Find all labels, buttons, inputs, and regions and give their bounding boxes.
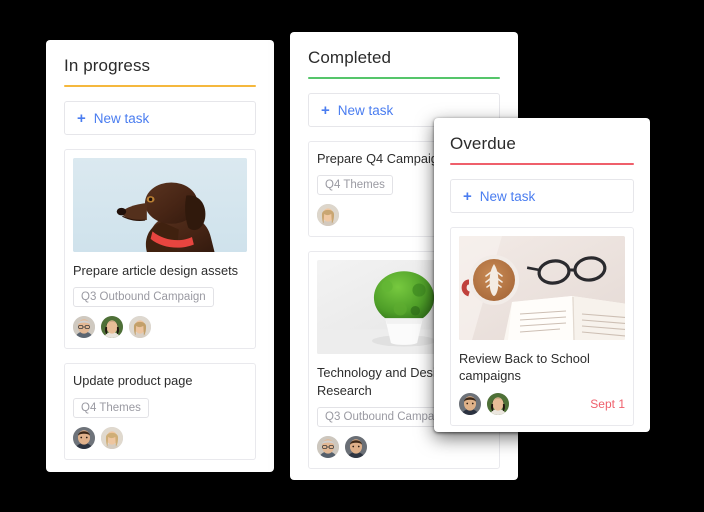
column-overdue-inner: Overdue + New task Review Back to School… [434, 118, 650, 432]
assignee-avatars [73, 426, 247, 449]
column-overdue[interactable]: Overdue + New task Review Back to School… [434, 118, 650, 432]
avatar-man-brown-hair[interactable] [345, 435, 367, 458]
avatar-man-brown-hair[interactable] [459, 392, 481, 415]
assignee-avatars [73, 316, 247, 339]
new-task-button-in-progress[interactable]: + New task [64, 101, 256, 135]
avatar-man-brown-hair[interactable] [73, 426, 95, 449]
task-card-tag[interactable]: Q4 Themes [317, 175, 393, 196]
task-card[interactable]: Review Back to School campaigns Sept 1 [450, 227, 634, 426]
avatar-woman-blonde[interactable] [317, 204, 339, 227]
new-task-label: New task [93, 110, 150, 126]
task-card-title: Review Back to School campaigns [459, 351, 590, 384]
task-card-tag[interactable]: Q4 Themes [73, 397, 149, 418]
column-accent-rule-completed [308, 77, 500, 79]
task-card-footer: Sept 1 [459, 392, 625, 415]
column-in-progress-inner: In progress + New task Prepare article d… [46, 40, 274, 472]
assignee-avatars [459, 392, 509, 415]
avatar-woman-dark-hair[interactable] [487, 392, 509, 415]
new-task-label: New task [479, 188, 536, 204]
avatar-man-glasses[interactable] [73, 316, 95, 339]
plus-icon: + [321, 101, 330, 119]
dog-photo-thumbnail [73, 158, 247, 252]
task-card-tag[interactable]: Q3 Outbound Campaign [73, 287, 214, 308]
column-in-progress[interactable]: In progress + New task Prepare article d… [46, 40, 274, 472]
task-card-title: Update product page [73, 373, 193, 389]
column-accent-rule-in-progress [64, 85, 256, 87]
plus-icon: + [77, 109, 86, 127]
avatar-man-glasses[interactable] [317, 435, 339, 458]
coffee-book-photo-thumbnail [459, 236, 625, 340]
task-card[interactable]: Update product page Q4 Themes [64, 363, 256, 460]
board-stage: In progress + New task Prepare article d… [0, 0, 704, 512]
due-date-badge: Sept 1 [590, 396, 625, 411]
avatar-woman-blonde[interactable] [101, 426, 123, 449]
column-title-in-progress: In progress [64, 56, 151, 75]
assignee-avatars [317, 435, 491, 458]
column-title-completed: Completed [308, 48, 392, 67]
plus-icon: + [463, 187, 472, 205]
new-task-label: New task [337, 102, 394, 118]
avatar-woman-dark-hair[interactable] [101, 316, 123, 339]
task-card[interactable]: Prepare article design assets Q3 Outboun… [64, 149, 256, 350]
column-accent-rule-overdue [450, 163, 634, 165]
column-title-overdue: Overdue [450, 134, 516, 153]
task-card-title: Prepare article design assets [73, 263, 239, 278]
avatar-woman-blonde[interactable] [129, 316, 151, 339]
new-task-button-overdue[interactable]: + New task [450, 179, 634, 213]
